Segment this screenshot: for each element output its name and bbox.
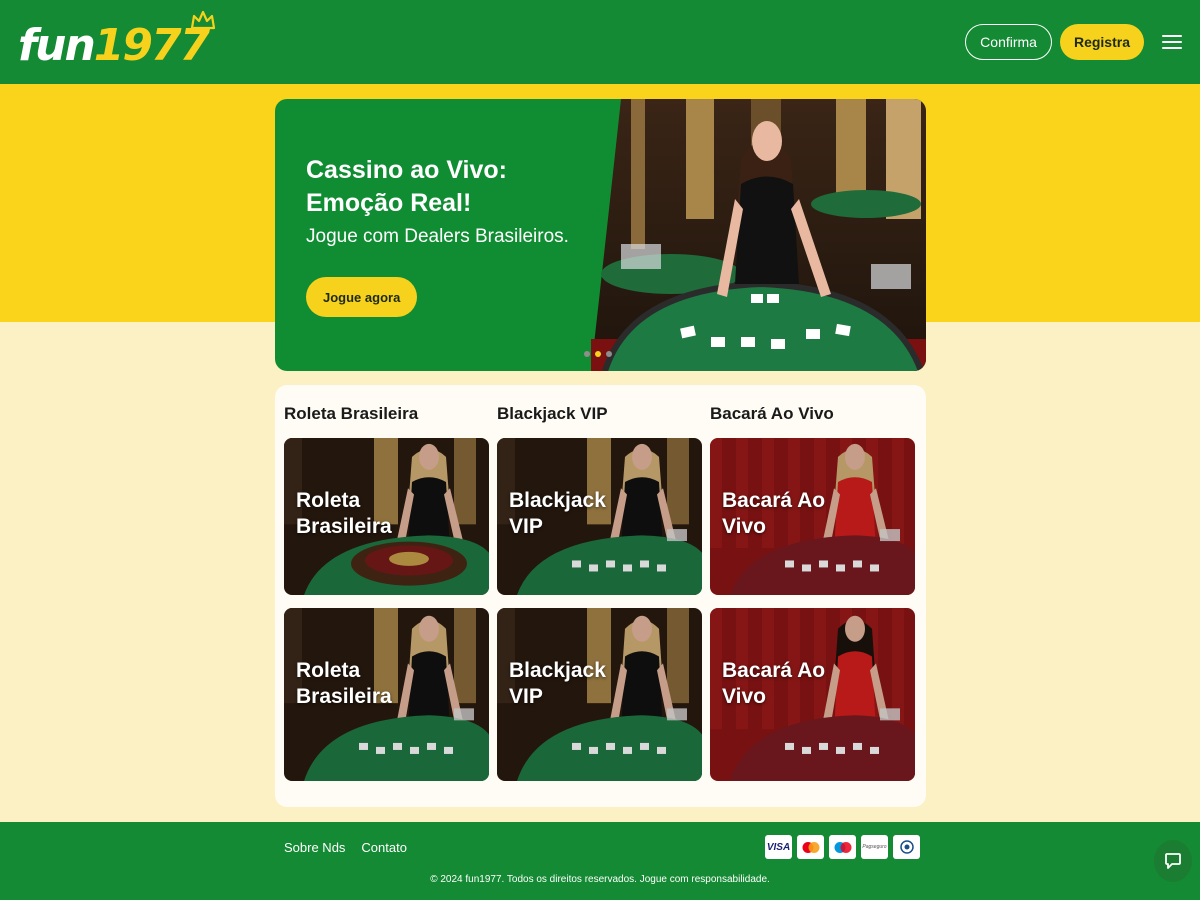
game-tile-label: Roleta Brasileira [296,659,392,708]
carousel-dot[interactable] [584,351,590,357]
copyright-text: © 2024 fun1977. Todos os direitos reserv… [430,874,770,885]
column-title-roulette: Roleta Brasileira [284,404,419,423]
chat-bubble-icon [1165,853,1181,869]
game-tile[interactable]: Bacará Ao Vivo [710,438,915,595]
site-footer: Sobre Nds Contato VISA Pagseguro © 2024 … [0,822,1200,900]
game-tile-label: Bacará Ao Vivo [722,659,826,708]
hero-banner: Cassino ao Vivo: Emoção Real! Jogue com … [275,99,926,371]
column-title-blackjack: Blackjack VIP [497,404,608,423]
pagseguro-icon: Pagseguro [861,835,888,859]
game-tile[interactable]: Blackjack VIP [497,438,702,595]
column-title-baccarat: Bacará Ao Vivo [710,404,834,423]
hero-title: Cassino ao Vivo: Emoção Real! [306,156,507,217]
game-tile-label: Roleta Brasileira [296,489,392,538]
carousel-dot[interactable] [606,351,612,357]
carousel-dots [584,351,612,357]
game-tile[interactable]: Roleta Brasileira [284,438,489,595]
maestro-icon [829,835,856,859]
site-header: fun1977 Confirma Registra [0,0,1200,84]
game-tile[interactable]: Bacará Ao Vivo [710,608,915,781]
register-button[interactable]: Registra [1059,24,1144,60]
footer-links: Sobre Nds Contato [284,840,407,855]
games-section: Roleta Brasileira Blackjack VIP Bacará A… [275,385,926,807]
hamburger-menu-icon[interactable] [1162,33,1182,51]
game-tile-label: Blackjack VIP [509,659,606,708]
game-tile[interactable]: Blackjack VIP [497,608,702,781]
play-now-button[interactable]: Jogue agora [306,277,418,317]
game-tile-label: Bacará Ao Vivo [722,489,826,538]
game-tile[interactable]: Roleta Brasileira [284,608,489,781]
mastercard-icon [797,835,824,859]
hero-subtitle: Jogue com Dealers Brasileiros. [306,226,569,247]
visa-icon: VISA [765,835,792,859]
chat-support-button[interactable] [1154,840,1192,882]
carousel-dot-active[interactable] [595,351,601,357]
crown-icon [191,10,216,30]
elo-icon [893,835,920,859]
payment-methods: VISA Pagseguro [765,835,920,859]
confirm-button[interactable]: Confirma [965,24,1052,60]
hero-dealer-image [591,99,926,371]
site-logo[interactable]: fun1977 [18,10,216,68]
hero-text-block: Cassino ao Vivo: Emoção Real! Jogue com … [306,154,596,248]
about-link[interactable]: Sobre Nds [284,840,345,855]
header-actions: Confirma Registra [965,24,1182,60]
game-tile-label: Blackjack VIP [509,489,606,538]
contact-link[interactable]: Contato [361,840,407,855]
